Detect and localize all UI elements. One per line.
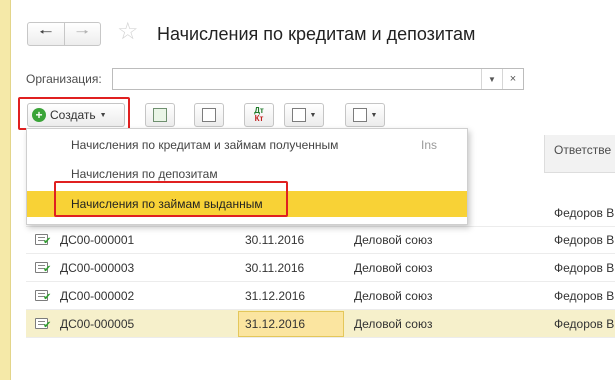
table-row[interactable]: ✔ ДС00-000003 30.11.2016 Деловой союз Фе… [26, 254, 615, 282]
table-row-selected[interactable]: ✔ ДС00-000005 31.12.2016 Деловой союз Фе… [26, 310, 615, 338]
page-title: Начисления по кредитам и депозитам [157, 24, 476, 44]
check-icon: ✔ [43, 320, 52, 331]
cell-date: 30.11.2016 [245, 261, 305, 275]
schedule-button[interactable]: ▼ [284, 103, 324, 127]
dt-kt-button[interactable]: Дт Кт [244, 103, 274, 127]
chevron-down-icon: ▼ [309, 111, 317, 119]
copy-document-icon [153, 108, 167, 122]
add-document-button[interactable] [194, 103, 224, 127]
nav-buttons: 🠐 🠒 [27, 22, 101, 46]
create-button-highlight [18, 97, 130, 130]
clear-icon: × [509, 73, 517, 85]
cell-organization: Деловой союз [354, 317, 433, 331]
check-icon: ✔ [43, 236, 52, 247]
cell-number: ДС00-000002 [60, 289, 135, 303]
organization-label: Организация: [26, 72, 102, 86]
menu-item-label: Начисления по кредитам и займам полученн… [71, 138, 339, 152]
copy-button[interactable] [145, 103, 175, 127]
left-panel-strip [0, 0, 11, 380]
arrow-right-icon: 🠒 [75, 23, 89, 41]
document-clock-icon [291, 108, 306, 122]
reports-button[interactable]: ▼ [345, 103, 385, 127]
star-icon[interactable]: ☆ [117, 20, 139, 44]
cell-responsible: Федоров В [554, 233, 615, 247]
arrow-left-icon: 🠐 [39, 23, 53, 41]
cell-responsible: Федоров В [554, 289, 615, 303]
cell-number: ДС00-000001 [60, 233, 135, 247]
triangle-down-icon: ▼ [488, 74, 496, 84]
report-icon [352, 108, 367, 122]
check-icon: ✔ [43, 264, 52, 275]
cell-organization: Деловой союз [354, 233, 433, 247]
organization-input[interactable] [113, 69, 481, 89]
cell-responsible: Федоров В [554, 261, 615, 275]
organization-clear-button[interactable]: × [502, 69, 523, 89]
cell-date: 31.12.2016 [245, 317, 306, 331]
table-row[interactable]: ✔ ДС00-000002 31.12.2016 Деловой союз Фе… [26, 282, 615, 310]
cell-organization: Деловой союз [354, 289, 433, 303]
cell-date: 31.12.2016 [245, 289, 306, 303]
organization-dropdown-button[interactable]: ▼ [481, 69, 502, 89]
cell-date: 30.11.2016 [245, 233, 305, 247]
organization-field: ▼ × [112, 68, 524, 90]
table-row[interactable]: ✔ ДС00-000001 30.11.2016 Деловой союз Фе… [26, 226, 615, 254]
cell-number: ДС00-000005 [60, 317, 135, 331]
menu-item-label: Начисления по депозитам [71, 167, 218, 181]
forward-button[interactable]: 🠒 [65, 23, 101, 45]
column-header-responsible[interactable]: Ответстве [544, 135, 615, 173]
add-document-icon [202, 108, 216, 122]
cell-responsible: Федоров В [554, 206, 615, 220]
cell-number: ДС00-000003 [60, 261, 135, 275]
menu-item-loans-received[interactable]: Начисления по кредитам и займам полученн… [27, 132, 467, 158]
menu-item-highlight [54, 181, 288, 217]
dt-kt-icon: Дт Кт [254, 106, 264, 123]
back-button[interactable]: 🠐 [28, 23, 65, 45]
menu-item-shortcut: Ins [420, 138, 437, 152]
chevron-down-icon: ▼ [370, 111, 378, 119]
cell-organization: Деловой союз [354, 261, 433, 275]
check-icon: ✔ [43, 292, 52, 303]
cell-responsible: Федоров В [554, 317, 615, 331]
